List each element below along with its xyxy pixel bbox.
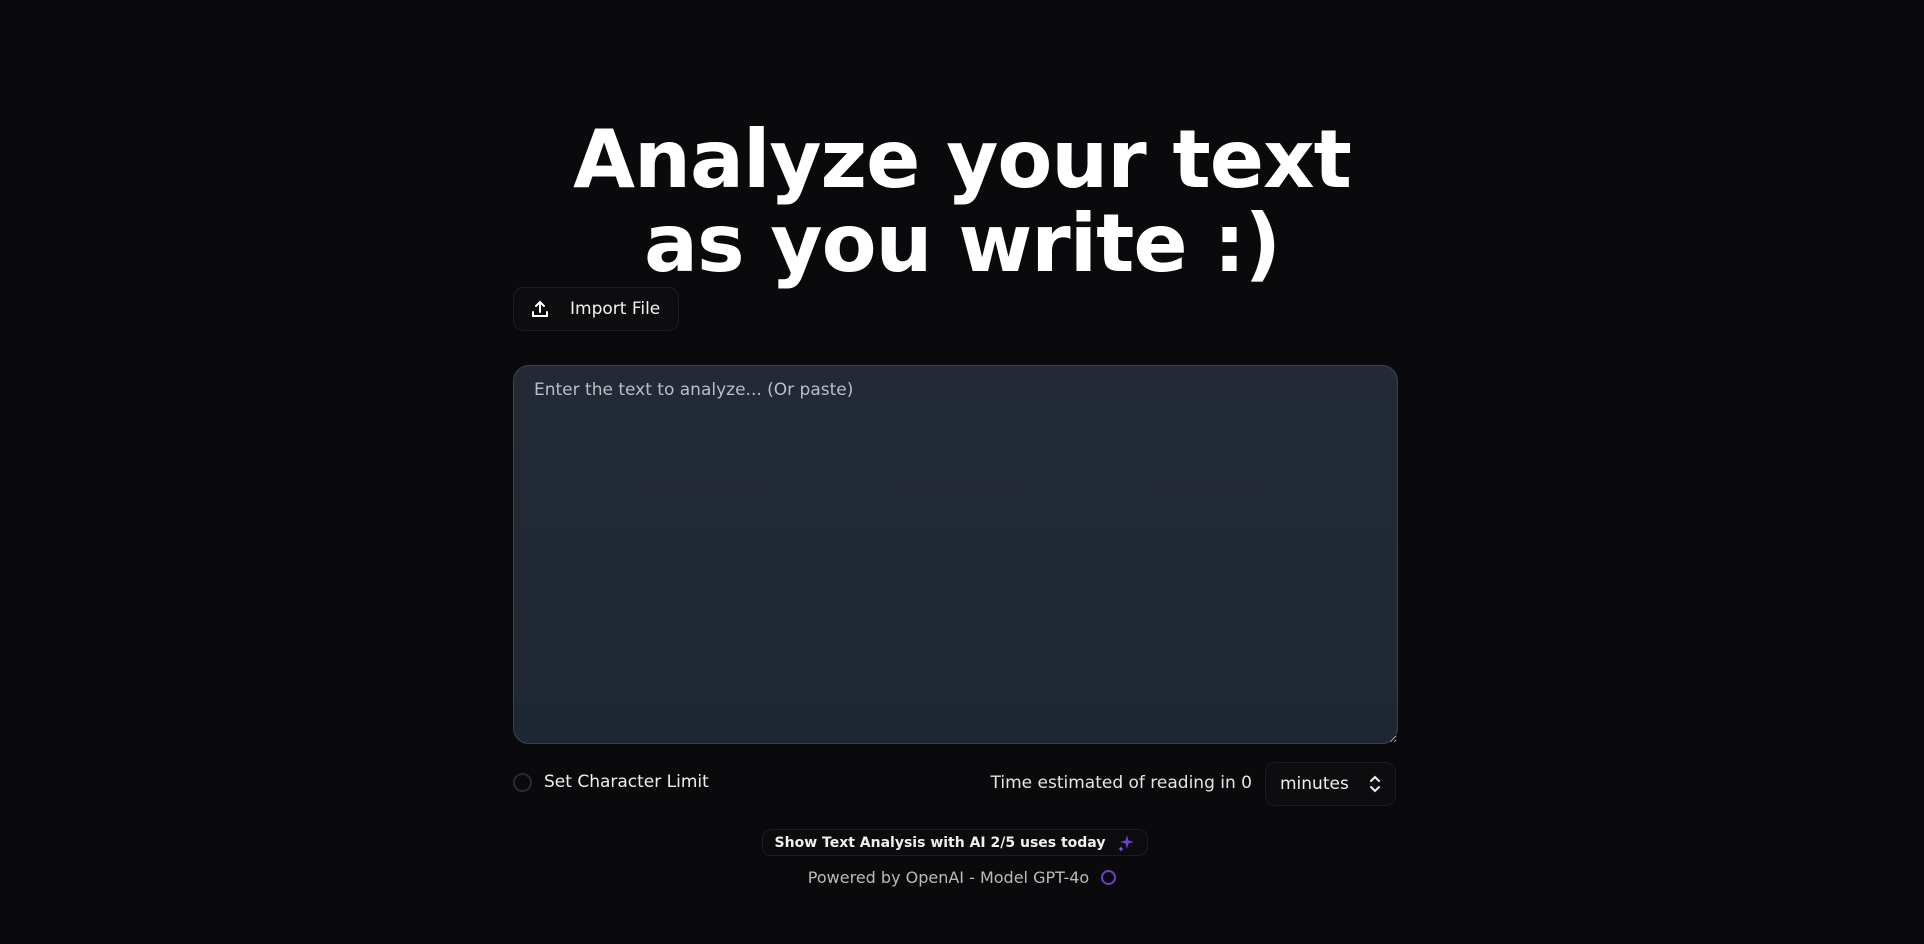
reading-time-text: Time estimated of reading in 0 [990,773,1253,793]
powered-by: Powered by OpenAI - Model GPT-4o [0,868,1924,887]
text-input[interactable] [513,365,1398,744]
title-line-2: as you write :) [643,197,1281,290]
import-file-button[interactable]: Import File [513,287,679,331]
page-title: Analyze your text as you write :) [0,118,1924,286]
chevron-up-down-icon [1370,775,1380,793]
character-limit-label: Set Character Limit [544,772,709,792]
openai-icon [1101,870,1117,885]
upload-icon [532,300,548,317]
powered-by-text: Powered by OpenAI - Model GPT-4o [807,868,1090,887]
title-line-1: Analyze your text [573,113,1352,206]
time-unit-select[interactable]: minutes [1265,762,1396,806]
ai-analysis-label: Show Text Analysis with AI 2/5 uses toda… [774,834,1106,851]
time-unit-value: minutes [1280,774,1349,794]
ai-analysis-button[interactable]: Show Text Analysis with AI 2/5 uses toda… [762,829,1148,856]
import-file-label: Import File [570,299,661,319]
character-limit-toggle[interactable]: Set Character Limit [513,772,709,792]
sparkle-icon [1118,834,1135,852]
character-limit-checkbox[interactable] [513,772,532,792]
